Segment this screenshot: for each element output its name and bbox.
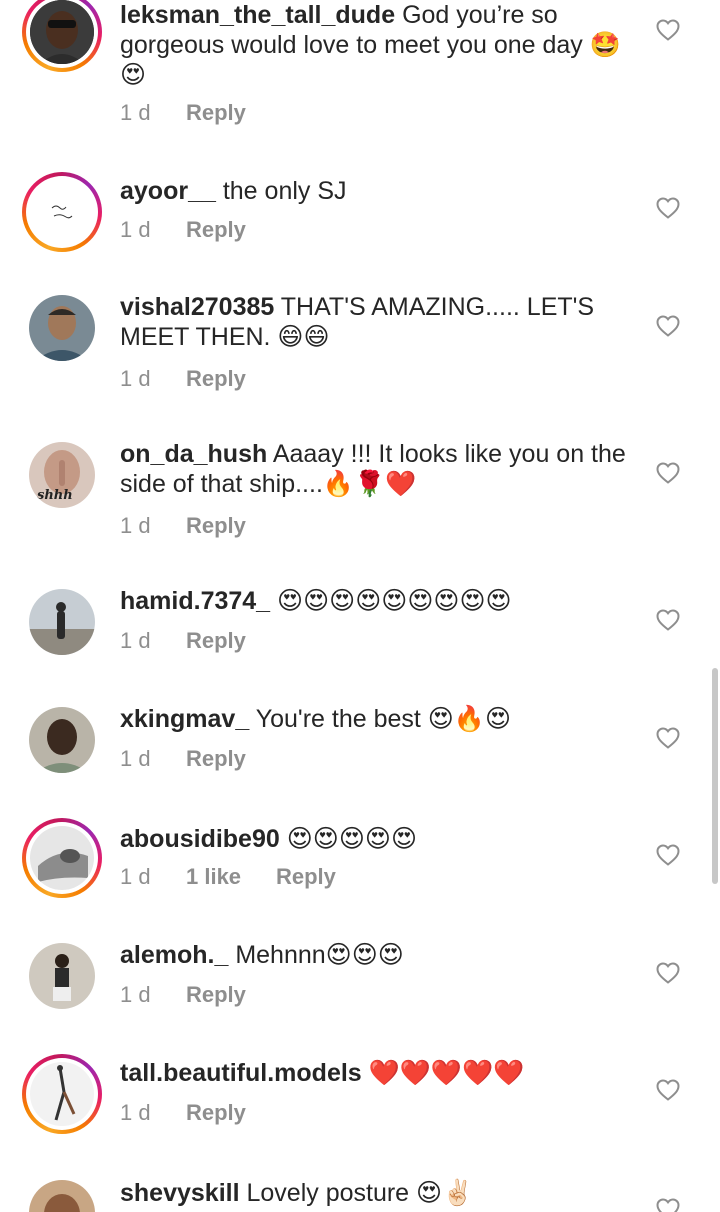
reply-button[interactable]: Reply (186, 1100, 246, 1125)
profile-photo-icon (29, 943, 95, 1009)
like-heart-icon[interactable] (656, 727, 680, 749)
comment-body: xkingmav_ You're the best 😍🔥😍 (120, 704, 640, 734)
like-heart-icon[interactable] (656, 1198, 680, 1212)
avatar[interactable] (22, 0, 102, 72)
comment-username[interactable]: shevyskill (120, 1179, 240, 1207)
comment-time: 1 d (120, 746, 151, 771)
comment-meta: 1 d Reply (120, 366, 246, 392)
like-heart-icon[interactable] (656, 844, 680, 866)
reply-button[interactable]: Reply (186, 746, 246, 771)
comment-username[interactable]: on_da_hush (120, 440, 267, 468)
comment-body: alemoh._ Mehnnn😍😍😍 (120, 940, 640, 970)
comment-text: Mehnnn😍😍😍 (228, 941, 404, 969)
comment-meta: 1 d Reply (120, 628, 246, 654)
reply-button[interactable]: Reply (186, 217, 246, 242)
comment-time: 1 d (120, 217, 151, 242)
like-heart-icon[interactable] (656, 962, 680, 984)
comment-username[interactable]: leksman_the_tall_dude (120, 1, 395, 29)
comment-username[interactable]: tall.beautiful.models (120, 1059, 362, 1087)
bw-photo-icon (30, 826, 94, 890)
comment-body: hamid.7374_ 😍😍😍😍😍😍😍😍😍 (120, 586, 640, 616)
reply-button[interactable]: Reply (186, 982, 246, 1007)
reply-button[interactable]: Reply (186, 628, 246, 653)
comment-body: leksman_the_tall_dude God you’re so gorg… (120, 0, 640, 90)
comment-body: tall.beautiful.models ❤️❤️❤️❤️❤️ (120, 1058, 640, 1088)
comment-text: You're the best 😍🔥😍 (249, 705, 512, 733)
comment-meta: 1 d Reply (120, 982, 246, 1008)
comment-body: vishal270385 THAT'S AMAZING..... LET'S M… (120, 292, 640, 352)
scrollbar[interactable] (712, 668, 718, 884)
avatar[interactable] (22, 818, 102, 898)
comment-text: Lovely posture 😍✌🏻 (239, 1179, 474, 1207)
like-heart-icon[interactable] (656, 609, 680, 631)
comment-meta: 1 d Reply (120, 1100, 246, 1126)
comment-username[interactable]: xkingmav_ (120, 705, 249, 733)
like-count[interactable]: 1 like (186, 864, 276, 890)
comment-meta: 1 d Reply (120, 513, 246, 539)
comment-body: ayoor__ the only SJ (120, 176, 640, 206)
comment-meta: 1 d Reply (120, 746, 246, 772)
comment-time: 1 d (120, 864, 151, 889)
comment-username[interactable]: alemoh._ (120, 941, 228, 969)
reply-button[interactable]: Reply (186, 513, 246, 538)
reply-button[interactable]: Reply (186, 100, 246, 125)
comment-meta: 1 d 1 like Reply (120, 864, 336, 890)
like-heart-icon[interactable] (656, 19, 680, 41)
comment-time: 1 d (120, 366, 151, 391)
comment-username[interactable]: vishal270385 (120, 293, 274, 321)
comment-username[interactable]: abousidibe90 (120, 825, 280, 853)
comment-text: 😍😍😍😍😍 (279, 825, 418, 853)
comments-screen: leksman_the_tall_dude God you’re so gorg… (0, 0, 720, 1212)
avatar-caption: shhh (37, 488, 73, 503)
profile-photo-icon (29, 707, 95, 773)
comment-body: abousidibe90 😍😍😍😍😍 (120, 824, 640, 854)
reply-button[interactable]: Reply (276, 864, 336, 889)
comment-text: the only SJ (215, 177, 347, 205)
avatar[interactable] (29, 589, 95, 655)
avatar[interactable] (22, 172, 102, 252)
comment-time: 1 d (120, 513, 151, 538)
signature-logo-icon (30, 180, 94, 244)
comment-meta: 1 d Reply (120, 100, 246, 126)
comment-username[interactable]: ayoor__ (120, 177, 216, 205)
avatar[interactable] (29, 943, 95, 1009)
dance-photo-icon (30, 1062, 94, 1126)
comment-time: 1 d (120, 100, 151, 125)
comment-body: on_da_hush Aaaay !!! It looks like you o… (120, 439, 640, 499)
comment-text: ❤️❤️❤️❤️❤️ (361, 1059, 525, 1087)
like-heart-icon[interactable] (656, 462, 680, 484)
profile-photo-icon (29, 1180, 95, 1212)
like-heart-icon[interactable] (656, 315, 680, 337)
comment-meta: 1 d Reply (120, 217, 246, 243)
profile-photo-icon (29, 295, 95, 361)
avatar[interactable] (29, 707, 95, 773)
comment-body: shevyskill Lovely posture 😍✌🏻 (120, 1178, 640, 1208)
profile-photo-icon (30, 0, 94, 64)
avatar[interactable] (22, 1054, 102, 1134)
comment-time: 1 d (120, 628, 151, 653)
avatar[interactable] (29, 1180, 95, 1212)
shhh-photo-icon: shhh (29, 442, 95, 508)
comment-time: 1 d (120, 982, 151, 1007)
like-heart-icon[interactable] (656, 197, 680, 219)
comment-time: 1 d (120, 1100, 151, 1125)
comment-username[interactable]: hamid.7374_ (120, 587, 270, 615)
beach-photo-icon (29, 589, 95, 655)
avatar[interactable]: shhh (29, 442, 95, 508)
comment-text: 😍😍😍😍😍😍😍😍😍 (270, 587, 512, 615)
avatar[interactable] (29, 295, 95, 361)
like-heart-icon[interactable] (656, 1079, 680, 1101)
reply-button[interactable]: Reply (186, 366, 246, 391)
